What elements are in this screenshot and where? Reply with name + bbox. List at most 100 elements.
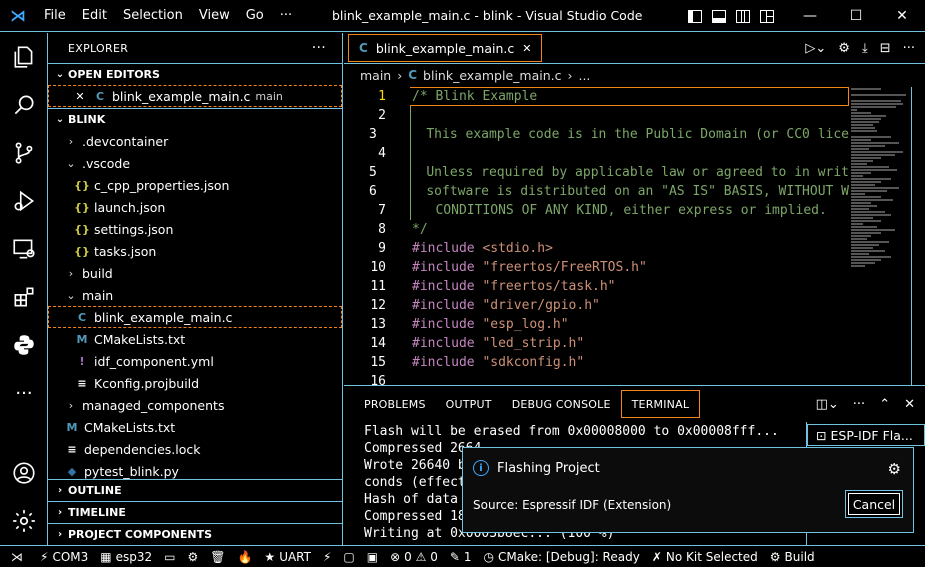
- remote-explorer-icon[interactable]: [0, 225, 48, 273]
- tree-file[interactable]: M CMakeLists.txt: [48, 416, 342, 438]
- terminal-list-item[interactable]: ⊡ ESP-IDF Fla...: [807, 424, 925, 446]
- minimap-line: [851, 169, 897, 171]
- status-item[interactable]: ◷ CMake: [Debug]: Ready: [478, 546, 646, 567]
- tab-problems[interactable]: PROBLEMS: [354, 390, 436, 418]
- status-item[interactable]: ⊗ 0 ⚠ 0: [384, 546, 444, 567]
- search-icon[interactable]: [0, 81, 48, 129]
- explorer-icon[interactable]: [0, 33, 48, 81]
- settings-gear-icon[interactable]: [0, 497, 48, 545]
- status-item[interactable]: ⚡: [317, 546, 337, 567]
- tree-file[interactable]: Cblink_example_main.c: [48, 306, 342, 328]
- more-icon[interactable]: ···: [0, 369, 48, 417]
- cancel-button[interactable]: Cancel: [845, 490, 903, 518]
- menu-go[interactable]: Go: [238, 0, 272, 32]
- status-label: 0 ⚠ 0: [404, 549, 438, 564]
- status-item[interactable]: ▣: [361, 546, 384, 567]
- open-editor-item[interactable]: ✕ C blink_example_main.c main: [48, 85, 342, 107]
- tree-file[interactable]: {} settings.json: [48, 218, 342, 240]
- chevron-right-icon: ›: [57, 485, 63, 496]
- tree-folder[interactable]: ⌄ .vscode: [48, 152, 342, 174]
- line-number: 15: [370, 355, 386, 370]
- status-item[interactable]: ⚙: [181, 546, 204, 567]
- gear-icon[interactable]: ⚙: [838, 41, 850, 56]
- status-item[interactable]: ▭: [158, 546, 181, 567]
- tree-folder[interactable]: › managed_components: [48, 394, 342, 416]
- more-icon[interactable]: ···: [853, 397, 865, 412]
- menu-selection[interactable]: Selection: [115, 0, 191, 32]
- layout-controls: [688, 0, 774, 32]
- tree-file[interactable]: ≡ Kconfig.projbuild: [48, 372, 342, 394]
- outline-section[interactable]: › OUTLINE: [48, 479, 343, 501]
- breadcrumb: main › C blink_example_main.c › ...: [344, 64, 925, 86]
- python-icon[interactable]: [0, 321, 48, 369]
- c-file-icon: C: [359, 41, 368, 55]
- status-item[interactable]: ▦ esp32: [94, 546, 158, 567]
- gear-icon[interactable]: ⚙: [888, 460, 901, 478]
- breadcrumb-file[interactable]: blink_example_main.c: [423, 68, 561, 83]
- open-editor-hint: main: [255, 89, 283, 103]
- close-icon[interactable]: ✕: [522, 42, 531, 55]
- status-item[interactable]: ⚙ Build: [764, 546, 821, 567]
- menu-edit[interactable]: Edit: [74, 0, 115, 32]
- chevron-right-icon: ›: [57, 529, 63, 540]
- account-icon[interactable]: [0, 449, 48, 497]
- yml-file-icon: !: [79, 354, 85, 368]
- minimap-line: [851, 157, 881, 159]
- download-icon[interactable]: ⤓: [862, 41, 868, 56]
- explorer-more-button[interactable]: ···: [312, 40, 326, 56]
- close-panel-icon[interactable]: ✕: [904, 397, 915, 412]
- status-item[interactable]: 🔥: [231, 546, 258, 567]
- status-item[interactable]: ✎ 1: [444, 546, 478, 567]
- run-icon[interactable]: ▷⌄: [805, 41, 826, 56]
- breadcrumb-folder[interactable]: main: [360, 68, 391, 83]
- menu-more[interactable]: ···: [272, 0, 300, 32]
- split-terminal-icon[interactable]: ◫⌄: [816, 397, 839, 412]
- project-components-section[interactable]: › PROJECT COMPONENTS: [48, 523, 343, 545]
- tree-file[interactable]: {} c_cpp_properties.json: [48, 174, 342, 196]
- extensions-icon[interactable]: [0, 273, 48, 321]
- maximize-panel-icon[interactable]: ⌃: [879, 397, 890, 412]
- run-debug-icon[interactable]: [0, 177, 48, 225]
- status-item[interactable]: ★ UART: [258, 546, 317, 567]
- timeline-section[interactable]: › TIMELINE: [48, 501, 343, 523]
- tree-file[interactable]: M CMakeLists.txt: [48, 328, 342, 350]
- tree-file[interactable]: ≡ dependencies.lock: [48, 438, 342, 460]
- status-item[interactable]: ▢: [337, 546, 360, 567]
- minimize-button[interactable]: —: [787, 0, 833, 32]
- breadcrumb-more[interactable]: ...: [578, 68, 590, 83]
- tree-file[interactable]: {} tasks.json: [48, 240, 342, 262]
- close-icon[interactable]: ✕: [72, 90, 88, 103]
- customize-layout-icon[interactable]: [760, 9, 774, 23]
- menu-view[interactable]: View: [191, 0, 238, 32]
- status-item[interactable]: 🗑: [204, 546, 231, 567]
- tree-folder[interactable]: ⌄ main: [48, 284, 342, 306]
- tree-folder[interactable]: › build: [48, 262, 342, 284]
- tab-debug-console[interactable]: DEBUG CONSOLE: [502, 390, 621, 418]
- more-icon[interactable]: ···: [903, 41, 915, 56]
- editor-tab-active[interactable]: C blink_example_main.c ✕: [348, 34, 543, 62]
- tab-output[interactable]: OUTPUT: [436, 390, 502, 418]
- minimap[interactable]: [851, 87, 911, 277]
- include-directive: #include "freertos/FreeRTOS.h": [388, 260, 647, 275]
- project-section[interactable]: ⌄ BLINK: [48, 108, 342, 130]
- close-button[interactable]: ✕: [879, 0, 925, 32]
- split-editor-icon[interactable]: ⊟: [880, 41, 891, 56]
- remote-indicator-icon[interactable]: ⋊: [0, 546, 34, 567]
- editor-scrollbar[interactable]: [911, 87, 925, 385]
- status-item[interactable]: ✗ No Kit Selected: [646, 546, 764, 567]
- menu-file[interactable]: File: [36, 0, 74, 32]
- toggle-sidebar-icon[interactable]: [688, 9, 702, 23]
- open-editors-section[interactable]: ⌄ OPEN EDITORS: [48, 63, 342, 85]
- tree-file[interactable]: {} launch.json: [48, 196, 342, 218]
- code-view[interactable]: 1/* Blink Example 2 3 This example code is…: [344, 87, 849, 385]
- tree-file[interactable]: ! idf_component.yml: [48, 350, 342, 372]
- toggle-secondary-sidebar-icon[interactable]: [736, 9, 750, 23]
- tab-terminal[interactable]: TERMINAL: [620, 390, 701, 418]
- source-control-icon[interactable]: [0, 129, 48, 177]
- tree-folder[interactable]: › .devcontainer: [48, 130, 342, 152]
- maximize-button[interactable]: ☐: [833, 0, 879, 32]
- status-item[interactable]: ⚡ COM3: [34, 546, 94, 567]
- line-number: 1: [378, 89, 386, 104]
- minimap-line: [851, 151, 903, 153]
- toggle-panel-icon[interactable]: [712, 9, 726, 23]
